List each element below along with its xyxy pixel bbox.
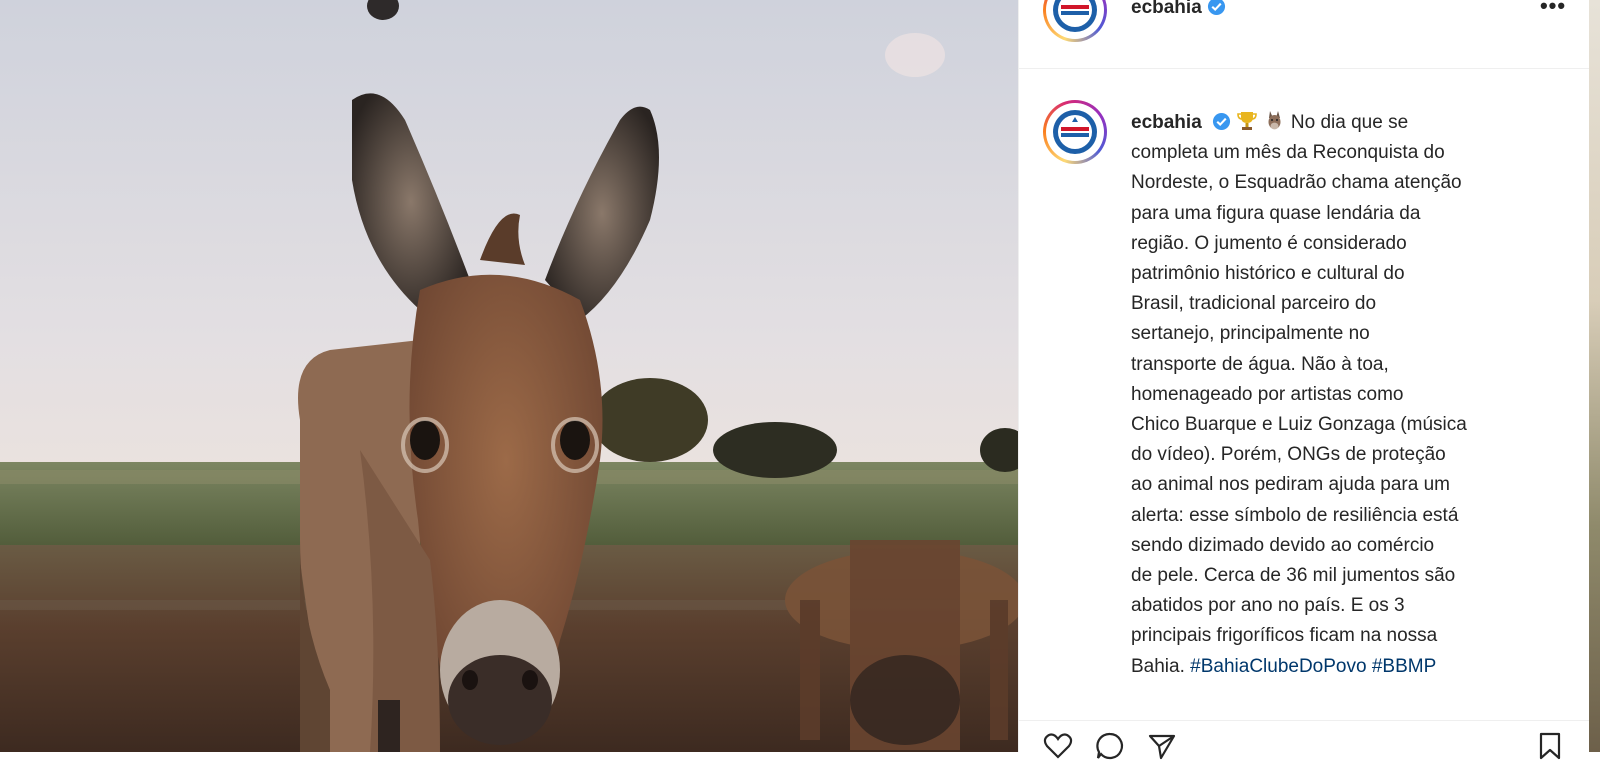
heart-icon[interactable] bbox=[1043, 731, 1073, 761]
caption-line: homenageado por artistas como bbox=[1131, 383, 1404, 405]
verified-badge-icon bbox=[1212, 112, 1231, 131]
caption-line: patrimônio histórico e cultural do bbox=[1131, 263, 1405, 285]
post-side-panel: ecbahia ••• ecbahia No dia que se comple… bbox=[1018, 0, 1589, 760]
post-header: ecbahia ••• bbox=[1019, 0, 1589, 69]
club-crest-icon bbox=[1053, 0, 1097, 32]
caption-line: Nordeste, o Esquadrão chama atenção bbox=[1131, 172, 1462, 194]
caption-username[interactable]: ecbahia bbox=[1131, 112, 1202, 133]
caption-line: sendo dizimado devido ao comércio bbox=[1131, 534, 1435, 556]
adjacent-window-edge bbox=[1588, 0, 1600, 752]
caption-line: do vídeo). Porém, ONGs de proteção bbox=[1131, 444, 1446, 466]
caption-text: ecbahia No dia que se completa um mês da… bbox=[1131, 108, 1541, 682]
caption-line: ao animal nos pediram ajuda para um bbox=[1131, 474, 1450, 496]
share-icon[interactable] bbox=[1147, 731, 1177, 761]
more-options-button[interactable]: ••• bbox=[1537, 0, 1569, 18]
verified-badge-icon bbox=[1207, 0, 1225, 16]
caption-line: completa um mês da Reconquista do bbox=[1131, 142, 1445, 164]
club-crest-icon bbox=[1053, 110, 1097, 154]
hashtag-link[interactable]: #BBMP bbox=[1372, 656, 1436, 677]
caption-avatar[interactable] bbox=[1043, 100, 1107, 164]
comment-icon[interactable] bbox=[1095, 731, 1125, 761]
trophy-icon bbox=[1237, 112, 1258, 130]
post-photo[interactable] bbox=[0, 0, 1018, 752]
bookmark-icon[interactable] bbox=[1535, 731, 1565, 761]
caption-line: sertanejo, principalmente no bbox=[1131, 323, 1370, 345]
caption-line: região. O jumento é considerado bbox=[1131, 232, 1407, 254]
caption-line: principais frigoríficos ficam na nossa bbox=[1131, 625, 1438, 647]
caption-line: alerta: esse símbolo de resiliência está bbox=[1131, 504, 1459, 526]
caption-line: de pele. Cerca de 36 mil jumentos são bbox=[1131, 565, 1456, 587]
caption-line: para uma figura quase lendária da bbox=[1131, 202, 1421, 224]
donkey-icon bbox=[1268, 111, 1281, 130]
caption-line: Brasil, tradicional parceiro do bbox=[1131, 293, 1377, 315]
hashtag-link[interactable]: #BahiaClubeDoPovo bbox=[1190, 656, 1366, 677]
avatar[interactable] bbox=[1043, 0, 1107, 42]
caption-line: abatidos por ano no país. E os 3 bbox=[1131, 595, 1405, 617]
post-actions-bar bbox=[1019, 720, 1589, 761]
donkey-photo bbox=[0, 0, 1018, 752]
caption-line: No dia que se bbox=[1290, 112, 1409, 133]
caption-line: transporte de água. Não à toa, bbox=[1131, 353, 1389, 375]
caption-line: Bahia. bbox=[1131, 655, 1185, 677]
caption-line: Chico Buarque e Luiz Gonzaga (música bbox=[1131, 414, 1467, 436]
header-username-link[interactable]: ecbahia bbox=[1131, 0, 1226, 20]
header-username[interactable]: ecbahia bbox=[1131, 0, 1202, 18]
